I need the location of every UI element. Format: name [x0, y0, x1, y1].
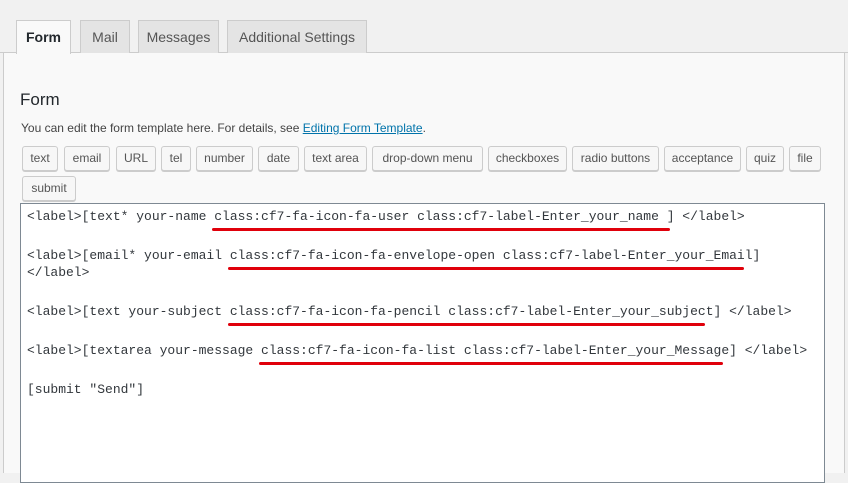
tag-button-email[interactable]: email — [64, 146, 110, 171]
tag-button-radio-buttons[interactable]: radio buttons — [572, 146, 659, 171]
panel-description: You can edit the form template here. For… — [21, 121, 426, 135]
tag-button-number[interactable]: number — [196, 146, 253, 171]
tag-button-date[interactable]: date — [258, 146, 299, 171]
tag-button-quiz[interactable]: quiz — [746, 146, 784, 171]
tag-button-text-area[interactable]: text area — [304, 146, 367, 171]
form-template-editor[interactable]: <label>[text* your-name class:cf7-fa-ico… — [20, 203, 825, 483]
tab-form[interactable]: Form — [16, 20, 71, 54]
tab-additional-settings[interactable]: Additional Settings — [227, 20, 367, 54]
code-line-email: <label>[email* your-email class:cf7-fa-i… — [27, 248, 761, 263]
code-line-name: <label>[text* your-name class:cf7-fa-ico… — [27, 209, 745, 224]
tab-bar: Form Mail Messages Additional Settings — [0, 0, 848, 54]
tag-button-acceptance[interactable]: acceptance — [664, 146, 741, 171]
description-text: You can edit the form template here. For… — [21, 121, 303, 135]
highlight-underline — [228, 267, 744, 270]
highlight-underline — [228, 323, 705, 326]
panel-title: Form — [20, 90, 60, 109]
code-line-email-close: </label> — [27, 265, 90, 280]
code-line-message: <label>[textarea your-message class:cf7-… — [27, 343, 808, 358]
tag-button-file[interactable]: file — [789, 146, 821, 171]
description-end: . — [422, 121, 426, 135]
tag-button-checkboxes[interactable]: checkboxes — [488, 146, 567, 171]
highlight-underline — [259, 362, 723, 365]
form-panel: Form You can edit the form template here… — [3, 53, 845, 483]
editing-form-template-link[interactable]: Editing Form Template — [303, 121, 423, 135]
highlight-underline — [212, 228, 670, 231]
code-line-submit: [submit "Send"] — [27, 382, 145, 397]
tab-mail[interactable]: Mail — [80, 20, 130, 54]
code-line-subject: <label>[text your-subject class:cf7-fa-i… — [27, 304, 792, 319]
tag-button-submit[interactable]: submit — [22, 176, 76, 201]
tag-button-text[interactable]: text — [22, 146, 58, 171]
tag-button-url[interactable]: URL — [116, 146, 156, 171]
tab-messages[interactable]: Messages — [138, 20, 219, 54]
tag-button-drop-down-menu[interactable]: drop-down menu — [372, 146, 483, 171]
tag-button-tel[interactable]: tel — [161, 146, 191, 171]
